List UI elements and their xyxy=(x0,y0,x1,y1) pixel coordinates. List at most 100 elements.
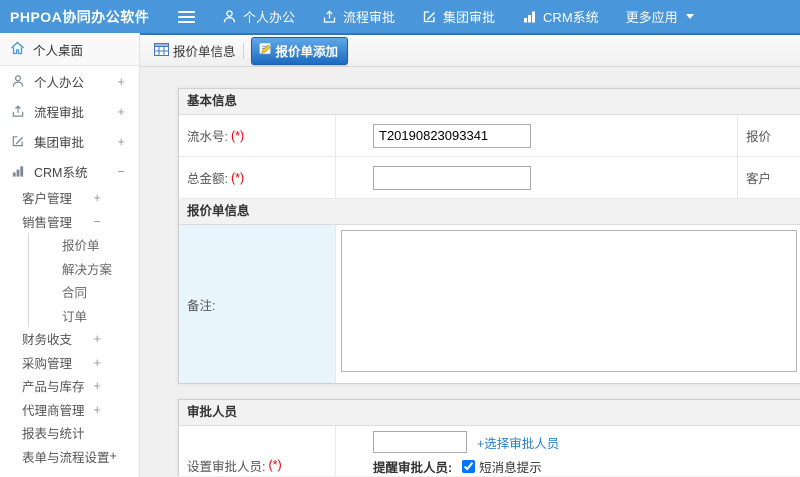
sidebar-item-product-inventory[interactable]: 产品与库存 + xyxy=(0,374,139,398)
sidebar-item-group-approval[interactable]: 集团审批 + xyxy=(0,126,139,156)
required-marker: (*) xyxy=(230,170,245,185)
sidebar-item-customer-mgmt[interactable]: 客户管理 + xyxy=(0,186,139,210)
menu-toggle-icon[interactable] xyxy=(178,10,195,23)
sidebar-item-label: 产品与库存 xyxy=(22,380,85,395)
serial-number-input[interactable] xyxy=(373,123,531,148)
sidebar-item-label: 个人办公 xyxy=(34,75,85,90)
required-marker: (*) xyxy=(268,458,282,472)
sidebar-item-contract[interactable]: 合同 xyxy=(28,280,139,304)
sidebar-item-label: 代理商管理 xyxy=(22,403,85,418)
sidebar-item-sales-mgmt[interactable]: 销售管理 − xyxy=(0,210,139,234)
sidebar-item-personal-office[interactable]: 个人办公 + xyxy=(0,66,139,96)
field-label: 流水号: (*) xyxy=(179,115,336,156)
workflow-icon xyxy=(10,104,26,118)
table-grid-icon xyxy=(154,42,169,59)
form-add-icon xyxy=(259,42,272,58)
sidebar-item-label: 采购管理 xyxy=(22,356,73,371)
field-cell: +选择审批人员 提醒审批人员: 短消息提示 注：流程第一步审批人员，这里选择你的… xyxy=(336,426,800,476)
expand-icon[interactable]: + xyxy=(117,134,125,149)
right-field-label: 报价 xyxy=(746,130,772,144)
tab-quotation-info[interactable]: 报价单信息 xyxy=(154,41,236,60)
field-label: 总金额: (*) xyxy=(179,157,336,198)
expand-icon[interactable]: + xyxy=(110,449,117,463)
sidebar-item-solution[interactable]: 解决方案 xyxy=(28,256,139,280)
sidebar-item-label: 财务收支 xyxy=(22,333,73,348)
sidebar-item-order[interactable]: 订单 xyxy=(28,303,139,327)
sidebar-item-label: CRM系统 xyxy=(34,165,88,180)
sidebar-item-label: 客户管理 xyxy=(22,192,73,207)
tab-bar: 报价单信息 报价单添加 xyxy=(140,33,800,67)
user-icon xyxy=(10,74,26,88)
sidebar-item-quotation[interactable]: 报价单 xyxy=(28,233,139,257)
right-field-label: 客户 xyxy=(746,172,772,186)
form-row-serial-number: 流水号: (*) 报价 xyxy=(179,115,800,157)
expand-icon[interactable]: + xyxy=(117,104,125,119)
nav-label: 个人办公 xyxy=(243,10,296,25)
field-cell xyxy=(336,157,738,198)
sidebar-item-label: 合同 xyxy=(62,286,88,301)
approver-input[interactable] xyxy=(373,431,467,453)
sidebar: 个人桌面 个人办公 + 流程审批 + 集团审批 + CRM系统 − 客户管理 +… xyxy=(0,33,140,477)
expand-icon[interactable]: + xyxy=(93,331,101,346)
sidebar-item-workflow-approval[interactable]: 流程审批 + xyxy=(0,96,139,126)
sidebar-item-personal-desktop[interactable]: 个人桌面 xyxy=(0,33,139,66)
sidebar-item-label: 订单 xyxy=(62,309,88,324)
field-cell xyxy=(336,115,738,156)
form-block-main: 基本信息 流水号: (*) 报价 总金额: xyxy=(178,88,800,384)
expand-icon[interactable]: + xyxy=(117,74,125,89)
tab-label: 报价单添加 xyxy=(275,44,339,59)
tab-quotation-add[interactable]: 报价单添加 xyxy=(250,36,349,65)
nav-more-apps[interactable]: 更多应用 xyxy=(626,7,694,26)
expand-icon[interactable]: + xyxy=(93,355,101,370)
sidebar-item-label: 流程审批 xyxy=(34,105,85,120)
sms-reminder-label: 短消息提示 xyxy=(479,461,542,475)
nav-label: CRM系统 xyxy=(543,10,599,25)
workflow-icon xyxy=(322,9,337,24)
bar-chart-icon xyxy=(10,164,26,178)
nav-label: 更多应用 xyxy=(625,10,678,25)
section-title-quotation-info: 报价单信息 xyxy=(179,199,800,225)
section-title-approval: 审批人员 xyxy=(179,400,800,426)
sidebar-item-label: 表单与流程设置 xyxy=(22,450,110,465)
sidebar-item-agent-mgmt[interactable]: 代理商管理 + xyxy=(0,398,139,422)
required-marker: (*) xyxy=(230,128,245,143)
sidebar-item-reports-stats[interactable]: 报表与统计 xyxy=(0,421,139,445)
chevron-down-icon xyxy=(685,14,694,19)
form-row-approver: 设置审批人员: (*) +选择审批人员 提醒审批人员: 短消息提示 xyxy=(179,426,800,476)
tab-separator xyxy=(242,42,244,59)
nav-personal-office[interactable]: 个人办公 xyxy=(222,7,295,26)
total-amount-input[interactable] xyxy=(373,165,531,190)
sidebar-item-label: 报价单 xyxy=(62,239,100,254)
field-cell xyxy=(336,225,800,383)
remind-label: 提醒审批人员: xyxy=(373,461,453,475)
nav-label: 集团审批 xyxy=(443,10,496,25)
form-block-approval: 审批人员 设置审批人员: (*) +选择审批人员 提醒审批人员: 短消息提示 xyxy=(178,399,800,476)
main-area: 报价单信息 报价单添加 基本信息 流水号: (*) T2019082309334… xyxy=(140,33,800,477)
expand-icon[interactable]: + xyxy=(93,402,101,417)
nav-crm-system[interactable]: CRM系统 xyxy=(522,7,599,26)
sidebar-item-label: 集团审批 xyxy=(34,135,85,150)
remark-textarea[interactable] xyxy=(341,230,797,372)
sidebar-item-finance[interactable]: 财务收支 + xyxy=(0,327,139,351)
section-title-basic-info: 基本信息 xyxy=(179,89,800,115)
nav-label: 流程审批 xyxy=(343,10,396,25)
select-approver-link[interactable]: +选择审批人员 xyxy=(477,433,559,452)
user-icon xyxy=(222,9,237,24)
collapse-icon[interactable]: − xyxy=(117,164,125,179)
sidebar-item-label: 个人桌面 xyxy=(33,43,84,58)
nav-workflow-approval[interactable]: 流程审批 xyxy=(322,7,395,26)
field-label: 设置审批人员: (*) xyxy=(179,426,336,476)
sidebar-item-purchase-mgmt[interactable]: 采购管理 + xyxy=(0,351,139,375)
nav-group-approval[interactable]: 集团审批 xyxy=(422,7,495,26)
collapse-icon[interactable]: − xyxy=(93,214,101,229)
sidebar-item-label: 解决方案 xyxy=(62,262,113,277)
sidebar-item-form-flow-settings[interactable]: 表单与流程设置 + xyxy=(0,445,139,469)
field-label-remark: 备注: xyxy=(179,225,336,383)
expand-icon[interactable]: + xyxy=(93,378,101,393)
app-title: PHPOA协同办公软件 xyxy=(10,8,150,25)
expand-icon[interactable]: + xyxy=(93,190,101,205)
sms-reminder-checkbox[interactable] xyxy=(462,460,476,473)
sidebar-item-crm-system[interactable]: CRM系统 − xyxy=(0,156,139,186)
home-icon xyxy=(10,41,25,58)
topbar: PHPOA协同办公软件 个人办公 流程审批 集团审批 CRM系统 更多应用 xyxy=(0,0,800,33)
